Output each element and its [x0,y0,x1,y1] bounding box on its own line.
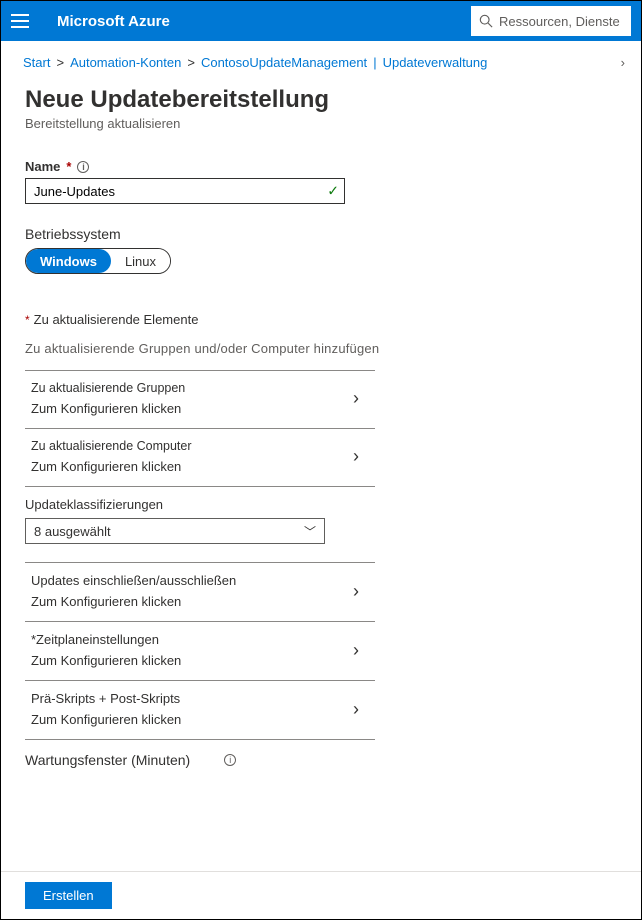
classifications-label: Updateklassifizierungen [25,487,375,518]
main-content: Neue Updatebereitstellung Bereitstellung… [1,74,641,768]
chevron-right-icon: › [353,640,375,661]
include-exclude-title: Updates einschließen/ausschließen [31,573,353,588]
os-toggle: Windows Linux [25,248,171,274]
required-indicator: * [66,159,71,174]
scripts-title: Prä-Skripts + Post-Skripts [31,691,353,706]
chevron-right-icon: › [353,581,375,602]
breadcrumb-automation[interactable]: Automation-Konten [70,55,181,70]
top-bar: Microsoft Azure Ressourcen, Dienste [1,1,641,41]
computers-title: Zu aktualisierende Computer [31,439,353,453]
page-title: Neue Updatebereitstellung [25,86,617,114]
chevron-right-icon: › [353,388,375,409]
classifications-dropdown[interactable]: 8 ausgewählt ﹀ [25,518,325,544]
include-exclude-sub: Zum Konfigurieren klicken [31,594,353,609]
scripts-item[interactable]: Prä-Skripts + Post-Skripts Zum Konfiguri… [25,681,375,739]
groups-item[interactable]: Zu aktualisierende Gruppen Zum Konfiguri… [25,371,375,428]
maintenance-label: Wartungsfenster (Minuten) [25,752,190,768]
search-icon [479,14,493,28]
breadcrumb-contoso[interactable]: ContosoUpdateManagement [201,55,367,70]
chevron-right-icon: › [353,446,375,467]
name-label: Name * i [25,159,617,174]
page-subtitle: Bereitstellung aktualisieren [25,116,617,131]
chevron-down-icon: ﹀ [304,523,316,540]
config-list: Zu aktualisierende Gruppen Zum Konfiguri… [25,370,375,768]
items-heading: *Zu aktualisierende Elemente [25,312,617,327]
items-subheading: Zu aktualisierende Gruppen und/oder Comp… [25,341,617,356]
create-button[interactable]: Erstellen [25,882,112,909]
groups-title: Zu aktualisierende Gruppen [31,381,353,395]
checkmark-icon: ✓ [327,183,339,200]
maintenance-row: Wartungsfenster (Minuten) i [25,740,375,768]
schedule-title: *Zeitplaneinstellungen [31,632,353,647]
os-linux-button[interactable]: Linux [111,249,170,273]
scripts-sub: Zum Konfigurieren klicken [31,712,353,727]
breadcrumb-updatemgmt[interactable]: Updateverwaltung [383,55,488,70]
classifications-value: 8 ausgewählt [34,524,111,539]
include-exclude-item[interactable]: Updates einschließen/ausschließen Zum Ko… [25,563,375,621]
groups-sub: Zum Konfigurieren klicken [31,401,353,416]
info-icon[interactable]: i [77,161,89,173]
computers-sub: Zum Konfigurieren klicken [31,459,353,474]
breadcrumb: Start> Automation-Konten> ContosoUpdateM… [1,41,641,74]
info-icon[interactable]: i [224,754,236,766]
brand-label: Microsoft Azure [57,13,170,30]
schedule-item[interactable]: *Zeitplaneinstellungen Zum Konfigurieren… [25,622,375,680]
chevron-right-icon: › [353,699,375,720]
computers-item[interactable]: Zu aktualisierende Computer Zum Konfigur… [25,429,375,486]
footer: Erstellen [1,871,641,919]
search-box[interactable]: Ressourcen, Dienste [471,6,631,36]
os-windows-button[interactable]: Windows [26,249,111,273]
name-input[interactable] [25,178,345,204]
os-label: Betriebssystem [25,226,617,242]
menu-icon[interactable] [11,14,29,28]
breadcrumb-start[interactable]: Start [23,55,50,70]
chevron-right-icon[interactable]: › [621,55,625,70]
search-placeholder: Ressourcen, Dienste [499,14,620,29]
schedule-sub: Zum Konfigurieren klicken [31,653,353,668]
